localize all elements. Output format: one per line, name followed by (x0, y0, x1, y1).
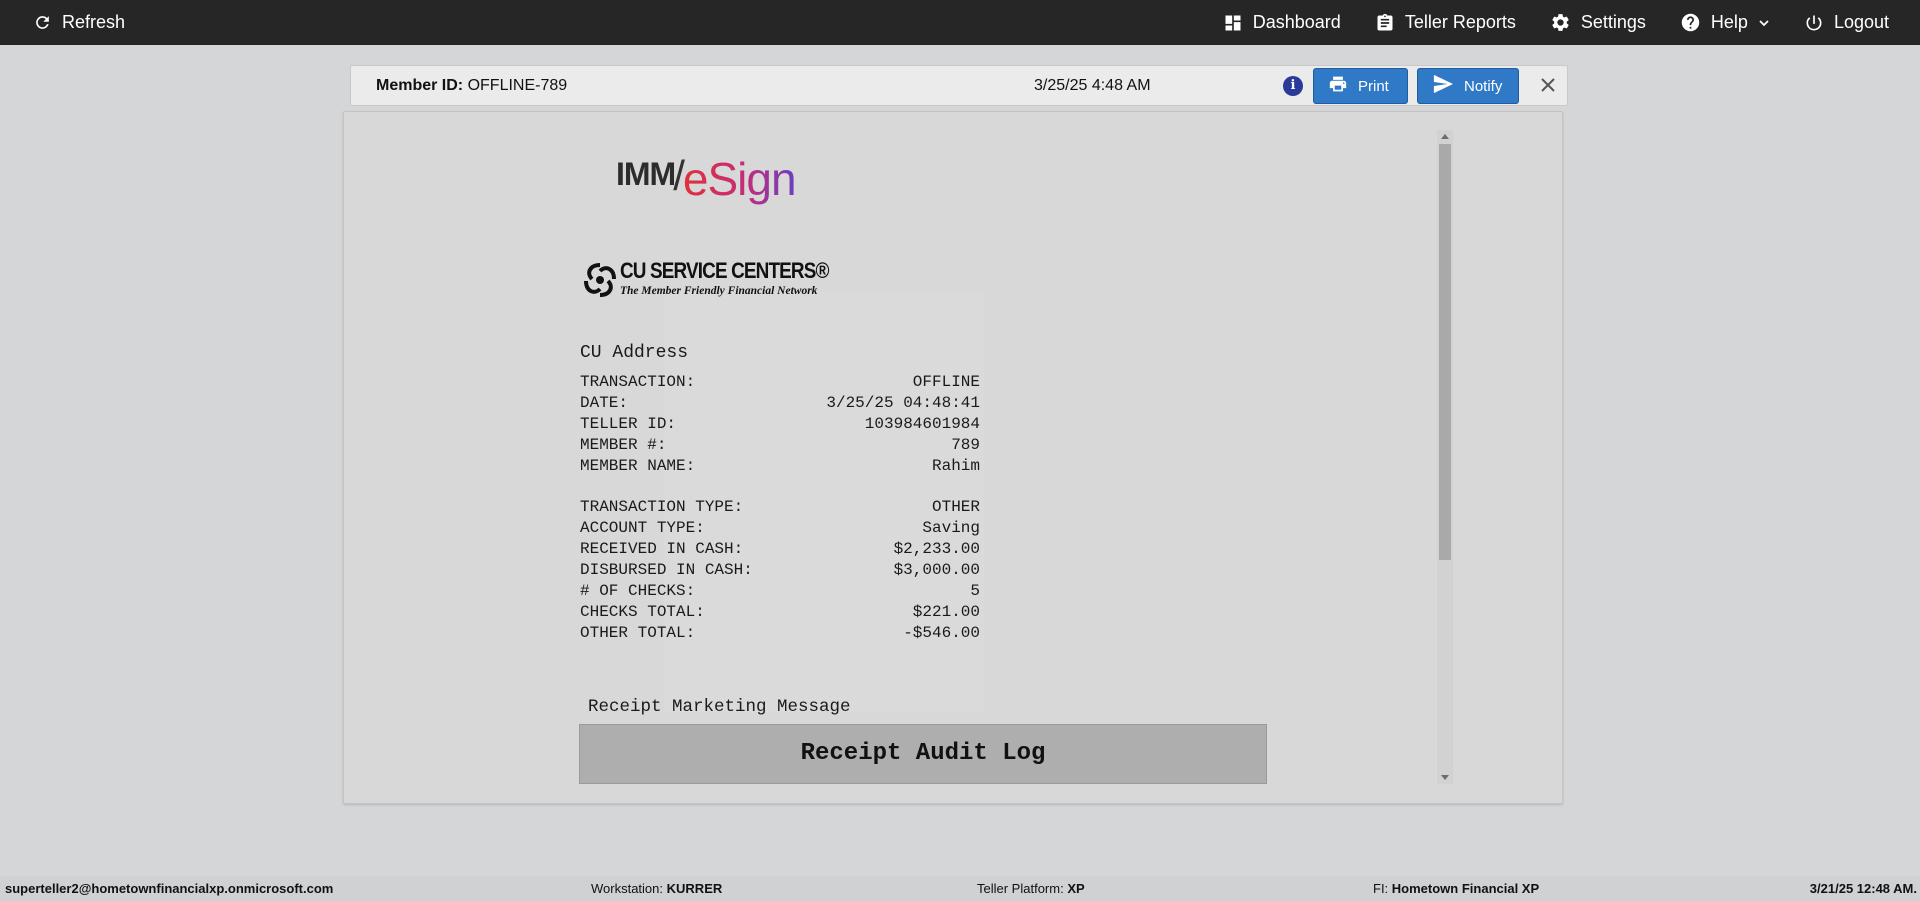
receipt-line: TELLER ID: 103984601984 (580, 414, 980, 435)
status-bar: superteller2@hometownfinancialxp.onmicro… (0, 876, 1920, 901)
receipt-line-label: TRANSACTION TYPE: (580, 498, 744, 516)
printer-icon (1328, 75, 1348, 97)
top-navigation-bar: Refresh Dashboard Teller Reports Setting… (0, 0, 1920, 45)
receipt-line-value: OFFLINE (912, 373, 980, 391)
nav-settings[interactable]: Settings (1550, 0, 1646, 45)
receipt-line-value: $2,233.00 (893, 540, 980, 558)
print-label: Print (1358, 77, 1389, 95)
receipt-line: DATE: 3/25/25 04:48:41 (580, 393, 980, 414)
receipt-line-value: 789 (951, 436, 980, 454)
clipboard-icon (1375, 13, 1395, 33)
receipt-line-value: 103984601984 (864, 415, 980, 433)
receipt-preview-panel: IMM/eSign CU SERVICE CENTERS® The Member… (343, 111, 1563, 804)
receipt-line-label: MEMBER NAME: (580, 457, 696, 475)
dashboard-label: Dashboard (1252, 12, 1341, 32)
teller-reports-label: Teller Reports (1404, 12, 1516, 32)
receipt-line-value: 5 (970, 582, 980, 600)
refresh-icon (33, 13, 52, 32)
receipt-line: OTHER TOTAL: -$546.00 (580, 623, 980, 644)
refresh-button[interactable]: Refresh (33, 0, 125, 45)
receipt-line-value: 3/25/25 04:48:41 (826, 394, 980, 412)
receipt-line-label: # OF CHECKS: (580, 582, 696, 600)
refresh-label: Refresh (62, 12, 126, 32)
settings-label: Settings (1580, 12, 1646, 32)
user-email: superteller2@hometownfinancialxp.onmicro… (5, 881, 334, 896)
receipt-line: # OF CHECKS: 5 (580, 581, 980, 602)
info-icon[interactable]: i (1283, 76, 1303, 96)
member-id-label: Member ID: (376, 77, 464, 94)
receipt-line-label: DATE: (580, 394, 629, 412)
cu-name: CU SERVICE CENTERS® (620, 258, 829, 283)
notify-label: Notify (1464, 77, 1503, 95)
transaction-datetime: 3/25/25 4:48 AM (1034, 77, 1151, 94)
nav-dashboard[interactable]: Dashboard (1223, 0, 1341, 45)
logout-label: Logout (1833, 12, 1889, 32)
member-id-value: OFFLINE-789 (467, 77, 568, 94)
cu-address: CU Address (580, 343, 689, 363)
receipt-line: MEMBER NAME: Rahim (580, 456, 980, 477)
gear-icon (1550, 12, 1571, 33)
dashboard-icon (1223, 13, 1243, 33)
teller-platform-info: Teller Platform: XP (977, 881, 1085, 896)
receipt-line: RECEIVED IN CASH: $2,233.00 (580, 539, 980, 560)
receipt-line: MEMBER #: 789 (580, 435, 980, 456)
receipt-line-label: CHECKS TOTAL: (580, 603, 705, 621)
receipt-line-label: TELLER ID: (580, 415, 677, 433)
receipt-line: TRANSACTION TYPE: OTHER (580, 497, 980, 518)
cu-swirl-icon (584, 263, 616, 297)
receipt-line-label: OTHER TOTAL: (580, 624, 696, 642)
status-datetime: 3/21/25 12:48 AM. (1809, 881, 1917, 896)
nav-help[interactable]: Help (1680, 0, 1770, 45)
receipt-line: ACCOUNT TYPE: Saving (580, 518, 980, 539)
scroll-down-arrow-icon[interactable] (1441, 775, 1449, 780)
receipt-details-section: TRANSACTION: OFFLINE DATE: 3/25/25 04:48:41… (580, 372, 980, 477)
receipt-line: TRANSACTION: OFFLINE (580, 372, 980, 393)
nav-teller-reports[interactable]: Teller Reports (1375, 0, 1516, 45)
receipt-line-label: DISBURSED IN CASH: (580, 561, 753, 579)
receipt-line-label: MEMBER #: (580, 436, 667, 454)
receipt-totals-section: TRANSACTION TYPE: OTHER ACCOUNT TYPE: Savin… (580, 497, 980, 644)
print-button[interactable]: Print (1313, 68, 1408, 104)
receipt-audit-log-header: Receipt Audit Log (579, 724, 1267, 784)
cu-tagline: The Member Friendly Financial Network (620, 285, 818, 297)
send-icon (1432, 74, 1454, 98)
receipt-line-label: ACCOUNT TYPE: (580, 519, 705, 537)
scroll-up-arrow-icon[interactable] (1441, 134, 1449, 139)
receipt-scrollbar[interactable] (1437, 130, 1453, 784)
notify-button[interactable]: Notify (1417, 68, 1519, 104)
imm-esign-logo: IMM/eSign (616, 152, 797, 205)
receipt-line-label: TRANSACTION: (580, 373, 696, 391)
scrollbar-thumb[interactable] (1439, 144, 1451, 560)
receipt-line-value: OTHER (931, 498, 980, 516)
receipt-line-value: -$546.00 (903, 624, 980, 642)
chevron-down-icon (1758, 17, 1770, 29)
receipt-line-value: $3,000.00 (893, 561, 980, 579)
close-icon[interactable] (1537, 74, 1559, 96)
cu-service-centers-logo: CU SERVICE CENTERS® The Member Friendly … (580, 257, 840, 305)
help-icon (1680, 12, 1701, 33)
fi-info: FI: Hometown Financial XP (1373, 881, 1540, 896)
receipt-line-value: Rahim (931, 457, 980, 475)
receipt-line-label: RECEIVED IN CASH: (580, 540, 744, 558)
nav-logout[interactable]: Logout (1804, 0, 1889, 45)
receipt-line: CHECKS TOTAL: $221.00 (580, 602, 980, 623)
receipt-line: DISBURSED IN CASH: $3,000.00 (580, 560, 980, 581)
power-icon (1804, 13, 1824, 33)
receipt-marketing-message: Receipt Marketing Message (588, 697, 851, 717)
receipt-line-value: $221.00 (912, 603, 980, 621)
workstation-info: Workstation: KURRER (591, 881, 723, 896)
receipt-header-bar: Member ID: OFFLINE-789 3/25/25 4:48 AM i… (350, 65, 1568, 106)
help-label: Help (1710, 12, 1748, 32)
receipt-line-value: Saving (922, 519, 980, 537)
member-id: Member ID: OFFLINE-789 (376, 77, 567, 95)
